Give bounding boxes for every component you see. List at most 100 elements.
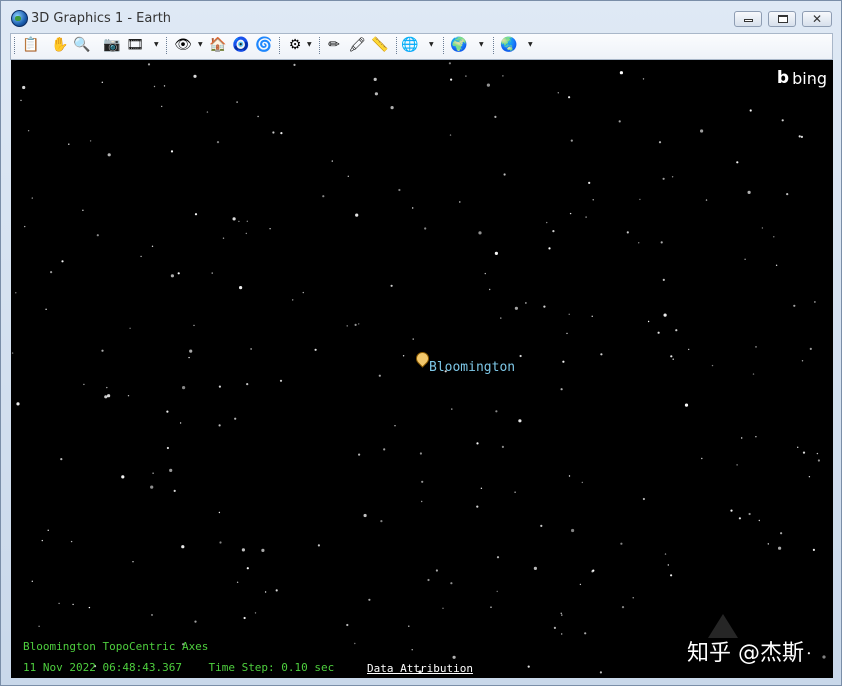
globe-grid-icon[interactable]: 🌐 <box>400 35 420 55</box>
toolbar-grip[interactable] <box>14 37 18 54</box>
star <box>581 481 583 484</box>
star <box>450 78 453 81</box>
star <box>280 132 283 135</box>
star <box>89 140 92 142</box>
timestamp: 11 Nov 2022 06:48:43.367 <box>23 661 182 674</box>
star <box>705 199 708 201</box>
star <box>96 234 99 237</box>
star <box>647 320 650 323</box>
star <box>292 299 294 301</box>
star <box>802 451 806 454</box>
star <box>58 602 60 605</box>
star <box>514 491 516 493</box>
chevron-down-icon[interactable]: ▼ <box>307 41 312 48</box>
view-from-icon[interactable]: 👁 <box>173 35 193 55</box>
eraser-icon[interactable]: 🖍 <box>347 35 367 55</box>
close-button[interactable]: ✕ <box>802 11 832 27</box>
globe-terrain-icon[interactable]: 🌏 <box>499 35 519 55</box>
star <box>169 468 173 472</box>
star <box>20 99 22 102</box>
star <box>132 561 134 563</box>
star <box>570 139 573 142</box>
star <box>101 81 104 83</box>
star <box>250 348 252 350</box>
star <box>358 453 361 456</box>
chevron-down-icon[interactable]: ▼ <box>198 41 203 48</box>
star <box>374 92 378 96</box>
star <box>465 75 467 77</box>
star <box>331 160 333 162</box>
star <box>533 566 538 570</box>
maximize-button[interactable] <box>768 11 796 27</box>
star <box>793 304 796 307</box>
data-attribution-link[interactable]: Data Attribution <box>367 662 473 675</box>
home-view-icon[interactable]: 🏠 <box>208 35 228 55</box>
star <box>181 545 185 549</box>
star <box>383 448 386 451</box>
star <box>314 348 317 351</box>
star <box>486 83 490 87</box>
watermark: 知乎 @杰斯 <box>687 641 804 666</box>
toolbar-grip[interactable] <box>493 37 497 54</box>
star <box>639 198 641 201</box>
star <box>194 213 198 216</box>
star <box>543 305 546 308</box>
measure-icon[interactable]: 📏 <box>370 35 390 55</box>
star <box>101 349 104 352</box>
star <box>747 190 751 194</box>
star <box>778 546 782 550</box>
view-orbit-icon[interactable]: 🌀 <box>254 35 274 55</box>
object-label[interactable]: Bloomington <box>429 360 515 375</box>
toolbar-grip[interactable] <box>319 37 323 54</box>
minimize-button[interactable] <box>734 11 762 27</box>
star <box>571 528 575 533</box>
toolbar-grip[interactable] <box>279 37 283 54</box>
star <box>798 135 801 138</box>
title-bar[interactable]: 3D Graphics 1 - Earth ✕ <box>1 1 841 33</box>
star <box>72 603 74 606</box>
star <box>816 452 819 455</box>
star <box>585 216 587 218</box>
record-movie-icon[interactable]: 🎞 <box>125 35 145 55</box>
star <box>588 181 591 184</box>
draw-line-icon[interactable]: ✏ <box>324 35 344 55</box>
star <box>525 302 527 304</box>
star <box>408 625 410 627</box>
star <box>236 581 239 583</box>
properties-icon[interactable]: 📋 <box>21 35 41 55</box>
star <box>684 403 689 407</box>
chevron-down-icon[interactable]: ▼ <box>479 41 484 48</box>
star <box>664 553 667 555</box>
star <box>667 564 669 566</box>
chevron-down-icon[interactable]: ▼ <box>154 41 159 48</box>
star <box>15 292 17 294</box>
star <box>27 130 30 132</box>
globe-map-icon[interactable]: 🌍 <box>449 35 469 55</box>
app-window: 3D Graphics 1 - Earth ✕ 📋 ✋ 🔍 📷 🎞 ▼ 👁 ▼ … <box>0 0 842 686</box>
star <box>163 85 166 87</box>
star <box>47 529 49 531</box>
star <box>561 633 563 635</box>
star <box>161 105 163 108</box>
star <box>378 374 381 377</box>
star <box>701 457 703 460</box>
chevron-down-icon[interactable]: ▼ <box>528 41 533 48</box>
star <box>257 115 259 118</box>
toolbar-grip[interactable] <box>166 37 170 54</box>
zoom-icon[interactable]: 🔍 <box>72 35 92 55</box>
3d-viewport[interactable]: b bing Bloomington Bloomington TopoCentr… <box>11 60 833 678</box>
star <box>354 323 357 326</box>
view-center-icon[interactable]: 🧿 <box>231 35 251 55</box>
star <box>127 395 130 397</box>
star <box>514 306 518 310</box>
snapshot-icon[interactable]: 📷 <box>102 35 122 55</box>
star <box>658 141 662 144</box>
pan-hand-icon[interactable]: ✋ <box>50 35 70 55</box>
star <box>797 446 799 448</box>
star <box>275 589 278 592</box>
chevron-down-icon[interactable]: ▼ <box>429 41 434 48</box>
star <box>808 476 811 478</box>
view-options-icon[interactable]: ⚙ <box>285 35 305 55</box>
star <box>814 301 816 303</box>
toolbar-grip[interactable] <box>443 37 447 54</box>
